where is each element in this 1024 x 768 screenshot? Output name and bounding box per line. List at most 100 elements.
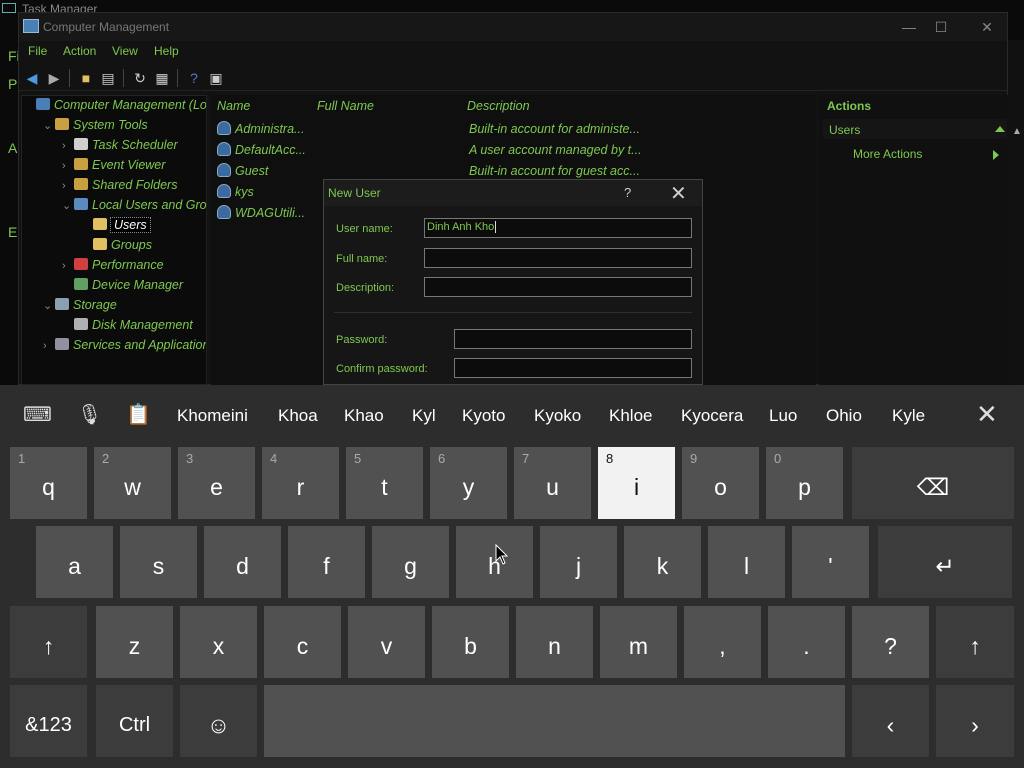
export-list-icon[interactable]: ▦ — [153, 69, 171, 87]
actions-section-users[interactable]: Users — [823, 119, 1007, 139]
chevron-right-icon[interactable]: › — [62, 260, 74, 272]
key-u[interactable]: u7 — [514, 447, 591, 519]
key-period[interactable]: . — [768, 606, 845, 678]
ctrl-key[interactable]: Ctrl — [96, 685, 173, 757]
tree-item[interactable]: › Shared Folders — [62, 178, 177, 198]
column-header-description[interactable]: Description — [467, 99, 530, 113]
suggestion-item[interactable]: Ohio — [826, 406, 862, 426]
close-button[interactable]: ✕ — [967, 17, 1007, 37]
menu-action[interactable]: Action — [63, 44, 96, 58]
key-x[interactable]: x — [180, 606, 257, 678]
table-row[interactable]: DefaultAcc... A user account managed by t… — [211, 140, 816, 160]
tree-item[interactable]: Users — [81, 217, 151, 238]
menu-view[interactable]: View — [112, 44, 138, 58]
confirm-password-input[interactable] — [454, 358, 692, 378]
key-c[interactable]: c — [264, 606, 341, 678]
shift-right-key[interactable]: ↑ — [936, 606, 1014, 678]
symbols-key[interactable]: &123 — [10, 685, 87, 757]
key-o[interactable]: o9 — [682, 447, 759, 519]
dialog-help-button[interactable]: ? — [624, 185, 631, 200]
chevron-right-icon[interactable]: › — [62, 140, 74, 152]
tree-item[interactable]: › Services and Applicatior — [43, 338, 206, 358]
maximize-button[interactable]: ☐ — [921, 17, 961, 37]
suggestion-item[interactable]: Khomeini — [177, 406, 248, 426]
left-arrow-key[interactable]: ‹ — [852, 685, 929, 757]
clipboard-icon[interactable]: 📋 — [126, 402, 151, 427]
description-input[interactable] — [424, 277, 692, 297]
space-key[interactable] — [264, 685, 845, 757]
key-f[interactable]: f — [288, 526, 365, 598]
key-d[interactable]: d — [204, 526, 281, 598]
key-t[interactable]: t5 — [346, 447, 423, 519]
tree-item[interactable]: › Performance — [62, 258, 164, 278]
tree-item[interactable]: › Task Scheduler — [62, 138, 178, 158]
tree-item[interactable]: Groups — [81, 238, 152, 258]
tree-item[interactable]: ⌄ Storage — [43, 298, 117, 318]
backspace-key[interactable]: ⌫ — [852, 447, 1014, 519]
scroll-up-icon[interactable]: ▲ — [1012, 126, 1022, 137]
suggestion-item[interactable]: Luo — [769, 406, 797, 426]
chevron-right-icon[interactable]: › — [62, 160, 74, 172]
table-row[interactable]: Guest Built-in account for guest acc... — [211, 161, 816, 181]
help-icon[interactable]: ? — [185, 69, 203, 87]
key-q[interactable]: q1 — [10, 447, 87, 519]
keyboard-close-icon[interactable]: ✕ — [976, 399, 998, 430]
title-bar[interactable]: Computer Management — ☐ ✕ — [19, 13, 1007, 41]
back-arrow-icon[interactable]: ◀ — [23, 69, 41, 87]
key-v[interactable]: v — [348, 606, 425, 678]
key-comma[interactable]: , — [684, 606, 761, 678]
tree-item[interactable]: ⌄ System Tools — [43, 118, 148, 138]
key-s[interactable]: s — [120, 526, 197, 598]
key-m[interactable]: m — [600, 606, 677, 678]
key-e[interactable]: e3 — [178, 447, 255, 519]
right-arrow-key[interactable]: › — [936, 685, 1014, 757]
chevron-down-icon[interactable]: ⌄ — [43, 299, 55, 312]
refresh-icon[interactable]: ↻ — [131, 69, 149, 87]
chevron-down-icon[interactable]: ⌄ — [43, 119, 55, 132]
key-p[interactable]: p0 — [766, 447, 843, 519]
menu-file[interactable]: File — [28, 44, 47, 58]
key-y[interactable]: y6 — [430, 447, 507, 519]
suggestion-item[interactable]: Kyocera — [681, 406, 743, 426]
keyboard-settings-icon[interactable]: ⌨ — [23, 402, 52, 427]
chevron-down-icon[interactable]: ⌄ — [62, 199, 74, 212]
key-i[interactable]: i8 — [598, 447, 675, 519]
tree-item[interactable]: ⌄ Local Users and Grou — [62, 198, 206, 218]
key-r[interactable]: r4 — [262, 447, 339, 519]
suggestion-item[interactable]: Khao — [344, 406, 384, 426]
table-row[interactable]: Administra... Built-in account for admini… — [211, 119, 816, 139]
key-b[interactable]: b — [432, 606, 509, 678]
folder-up-icon[interactable]: ■ — [77, 69, 95, 87]
key-z[interactable]: z — [96, 606, 173, 678]
key-j[interactable]: j — [540, 526, 617, 598]
show-action-pane-icon[interactable]: ▣ — [207, 69, 225, 87]
enter-key[interactable]: ↵ — [878, 526, 1012, 598]
key-k[interactable]: k — [624, 526, 701, 598]
tree-item[interactable]: Computer Management (Lo — [24, 98, 206, 118]
suggestion-item[interactable]: Kyoko — [534, 406, 581, 426]
full-name-input[interactable] — [424, 248, 692, 268]
suggestion-item[interactable]: Khoa — [278, 406, 318, 426]
tree-item[interactable]: Disk Management — [62, 318, 193, 338]
key-n[interactable]: n — [516, 606, 593, 678]
menu-help[interactable]: Help — [154, 44, 179, 58]
chevron-right-icon[interactable]: › — [43, 340, 55, 352]
column-header-full-name[interactable]: Full Name — [317, 99, 374, 113]
collapse-icon[interactable] — [995, 126, 1005, 132]
tree-item[interactable]: Device Manager — [62, 278, 183, 298]
microphone-icon[interactable]: 🎙 — [77, 402, 102, 427]
column-header-name[interactable]: Name — [217, 99, 250, 113]
show-hide-tree-icon[interactable]: ▤ — [99, 69, 117, 87]
dialog-title-bar[interactable]: New User ? ✕ — [324, 180, 702, 206]
tree-item[interactable]: › Event Viewer — [62, 158, 165, 178]
chevron-right-icon[interactable]: › — [62, 180, 74, 192]
emoji-key[interactable]: ☺ — [180, 685, 257, 757]
key-w[interactable]: w2 — [94, 447, 171, 519]
suggestion-item[interactable]: Kyoto — [462, 406, 505, 426]
suggestion-item[interactable]: Khloe — [609, 406, 652, 426]
key-question[interactable]: ? — [852, 606, 929, 678]
password-input[interactable] — [454, 329, 692, 349]
dialog-close-button[interactable]: ✕ — [670, 181, 687, 206]
forward-arrow-icon[interactable]: ▶ — [45, 69, 63, 87]
suggestion-item[interactable]: Kyle — [892, 406, 925, 426]
